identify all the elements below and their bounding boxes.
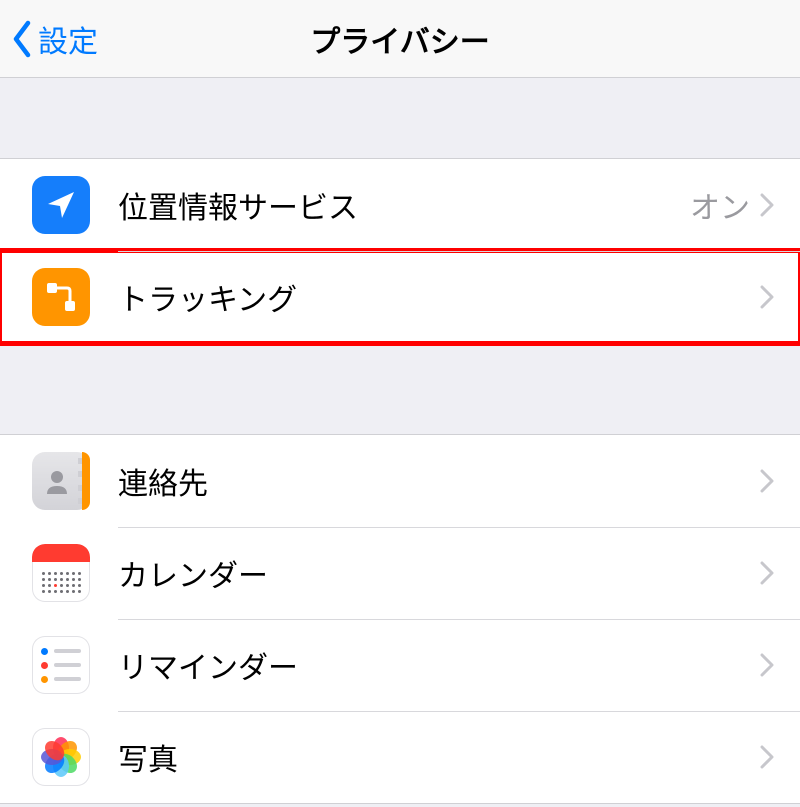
chevron-right-icon [760,653,774,677]
group-1: 位置情報サービス オン トラッキング [0,158,800,344]
row-label: 写真 [118,735,760,779]
nav-bar: 設定 プライバシー [0,0,800,78]
section-gap [0,78,800,158]
calendar-icon [32,544,90,602]
row-label: トラッキング [118,275,760,319]
chevron-right-icon [760,561,774,585]
row-contacts[interactable]: 連絡先 [0,435,800,527]
row-reminders[interactable]: リマインダー [0,619,800,711]
chevron-right-icon [760,193,774,217]
row-location-services[interactable]: 位置情報サービス オン [0,159,800,251]
row-label: 位置情報サービス [118,183,690,227]
chevron-right-icon [760,745,774,769]
row-value: オン [690,183,750,227]
photos-icon [32,728,90,786]
page-title: プライバシー [0,17,800,61]
chevron-right-icon [760,469,774,493]
chevron-right-icon [760,285,774,309]
chevron-left-icon [10,20,34,58]
row-calendar[interactable]: カレンダー [0,527,800,619]
contacts-icon [32,452,90,510]
row-tracking[interactable]: トラッキング [0,251,800,343]
back-button[interactable]: 設定 [0,17,98,61]
row-label: カレンダー [118,551,760,595]
location-icon [32,176,90,234]
settings-scroll[interactable]: 位置情報サービス オン トラッキング [0,78,800,807]
row-label: 連絡先 [118,459,760,503]
row-label: リマインダー [118,643,760,687]
reminders-icon [32,636,90,694]
tracking-icon [32,268,90,326]
back-label: 設定 [38,17,98,61]
group-2: 連絡先 カレンダー [0,434,800,804]
section-gap [0,344,800,434]
row-photos[interactable]: 写真 [0,711,800,803]
